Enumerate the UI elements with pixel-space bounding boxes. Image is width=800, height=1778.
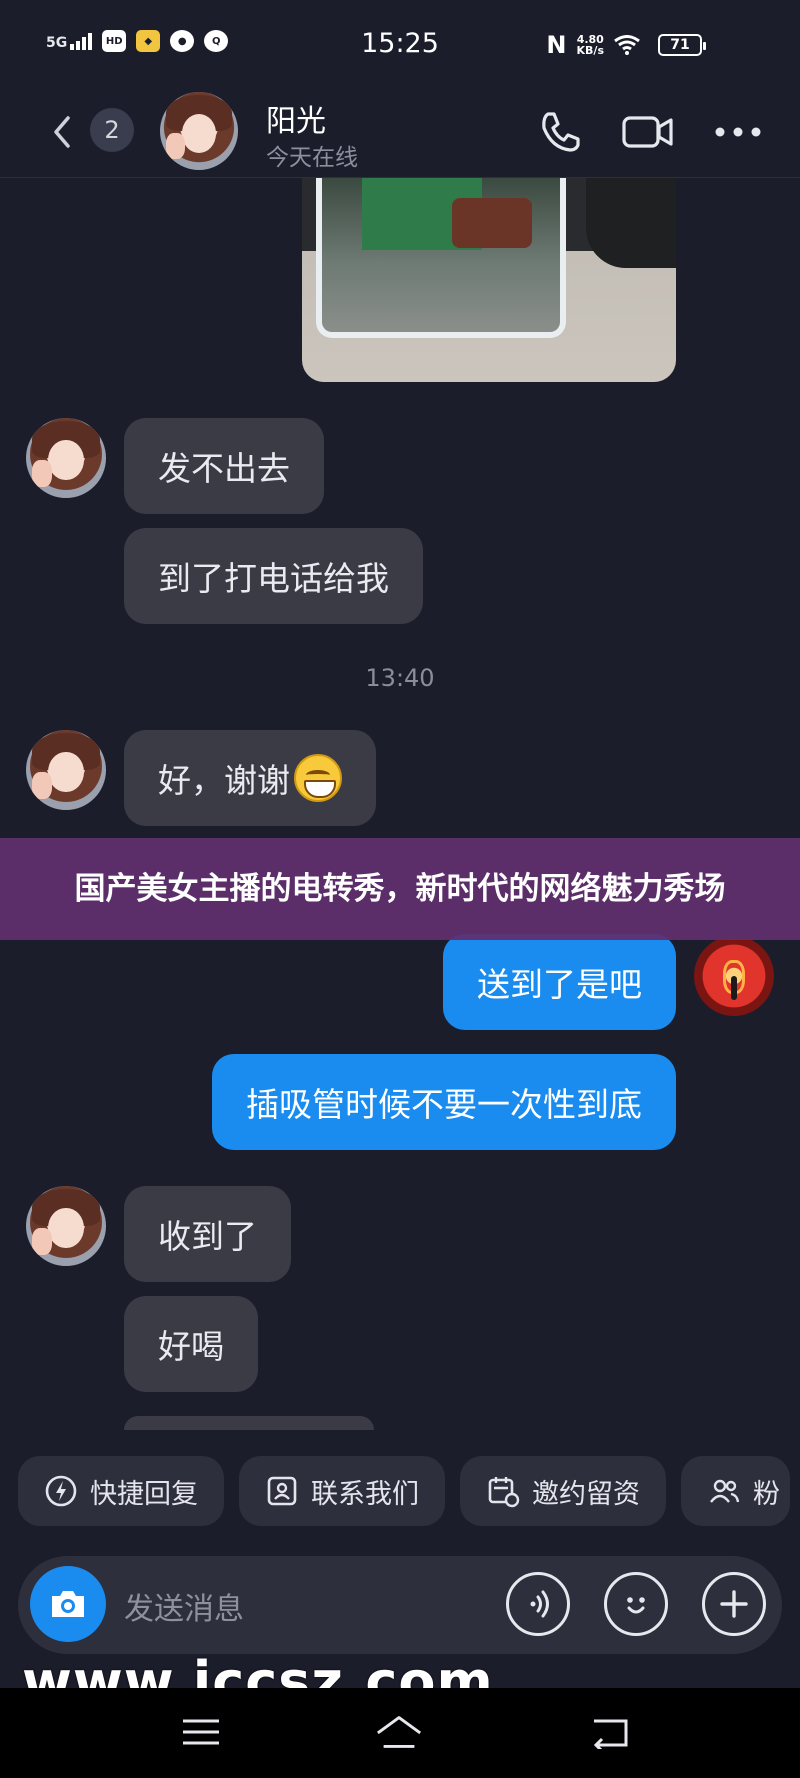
home-nav-button[interactable] [374,1710,424,1754]
plus-icon [720,1590,748,1618]
incoming-message-bubble[interactable]: 好喝 [124,1296,258,1392]
title-banner: 国产美女主播的电转秀，新时代的网络魅力秀场 [0,838,800,940]
chip-label: 联系我们 [311,1478,419,1510]
contact-avatar[interactable] [160,92,238,170]
emoji-button[interactable] [604,1572,668,1636]
chat-header: 2 阳光 今天在线 [0,92,800,178]
contact-avatar-msg[interactable] [26,730,106,810]
fans-chip[interactable]: 粉 [681,1456,790,1526]
quick-actions-bar: 快捷回复 联系我们 邀约留资 粉 [18,1456,790,1526]
add-button[interactable] [702,1572,766,1636]
more-options-button[interactable] [710,104,766,160]
grin-emoji-icon [294,754,342,802]
message-input[interactable]: 发送消息 [124,1584,244,1628]
message-text: 插吸管时候不要一次性到底 [246,1085,642,1124]
contact-us-chip[interactable]: 联系我们 [239,1456,445,1526]
calendar-icon [488,1477,520,1508]
system-nav-bar [0,1688,800,1778]
chip-label: 粉 [753,1478,780,1510]
outgoing-message-bubble[interactable]: 送到了是吧 [443,934,676,1030]
net-speed-unit: KB/s [576,44,604,57]
image-message[interactable] [302,178,676,382]
outgoing-message-bubble[interactable]: 插吸管时候不要一次性到底 [212,1054,676,1150]
camera-icon [52,1591,84,1617]
contact-name: 阳光 [266,104,326,139]
quick-reply-chip[interactable]: 快捷回复 [18,1456,224,1526]
message-text: 发不出去 [158,449,290,488]
contact-card-icon [267,1476,297,1506]
message-text: 收到了 [158,1217,257,1256]
message-text: 送到了是吧 [477,965,642,1004]
return-icon [593,1719,628,1749]
incoming-message-bubble[interactable]: 发不出去 [124,418,324,514]
unread-badge[interactable]: 2 [90,108,134,152]
battery-icon: 71 [658,34,706,56]
lightning-icon [45,1475,77,1507]
wifi-icon [614,35,640,55]
contact-status: 今天在线 [266,145,358,171]
chip-label: 邀约留资 [532,1478,640,1510]
group-icon [710,1479,740,1503]
contact-avatar-msg[interactable] [26,1186,106,1266]
chip-label: 快捷回复 [90,1478,198,1510]
status-right: N 4.80 KB/s [546,31,640,59]
incoming-message-bubble[interactable]: 好，谢谢 [124,730,376,826]
contact-avatar-msg[interactable] [26,418,106,498]
more-dots-icon [715,127,761,137]
phone-icon [542,112,580,152]
net-speed: 4.80 KB/s [577,34,604,56]
invite-info-chip[interactable]: 邀约留资 [460,1456,666,1526]
camera-button[interactable] [30,1566,106,1642]
message-text: 好，谢谢 [158,761,290,800]
message-text: 好喝 [158,1327,224,1366]
status-bar: 5G HD ◆ ● Q 15:25 N 4.80 KB/s 71 [0,0,800,92]
incoming-message-bubble[interactable]: 收到了 [124,1186,291,1282]
video-call-button[interactable] [620,104,676,160]
nfc-icon: N [546,31,567,59]
menu-nav-button[interactable] [176,1710,226,1754]
message-input-bar: 发送消息 [18,1556,782,1654]
video-camera-icon [622,116,673,148]
incoming-message-bubble[interactable]: 到了打电话给我 [124,528,423,624]
voice-button[interactable] [506,1572,570,1636]
voice-wave-icon [530,1590,549,1618]
incoming-message-bubble-partial [124,1416,374,1430]
time-separator: 13:40 [365,664,435,692]
message-text: 到了打电话给我 [158,559,389,598]
home-icon [376,1716,422,1748]
my-avatar[interactable] [694,936,774,1016]
back-arrow-icon[interactable] [44,112,84,152]
smiley-icon [627,1597,645,1614]
voice-call-button[interactable] [532,104,588,160]
back-nav-button[interactable] [584,1710,634,1754]
menu-icon [183,1719,219,1745]
